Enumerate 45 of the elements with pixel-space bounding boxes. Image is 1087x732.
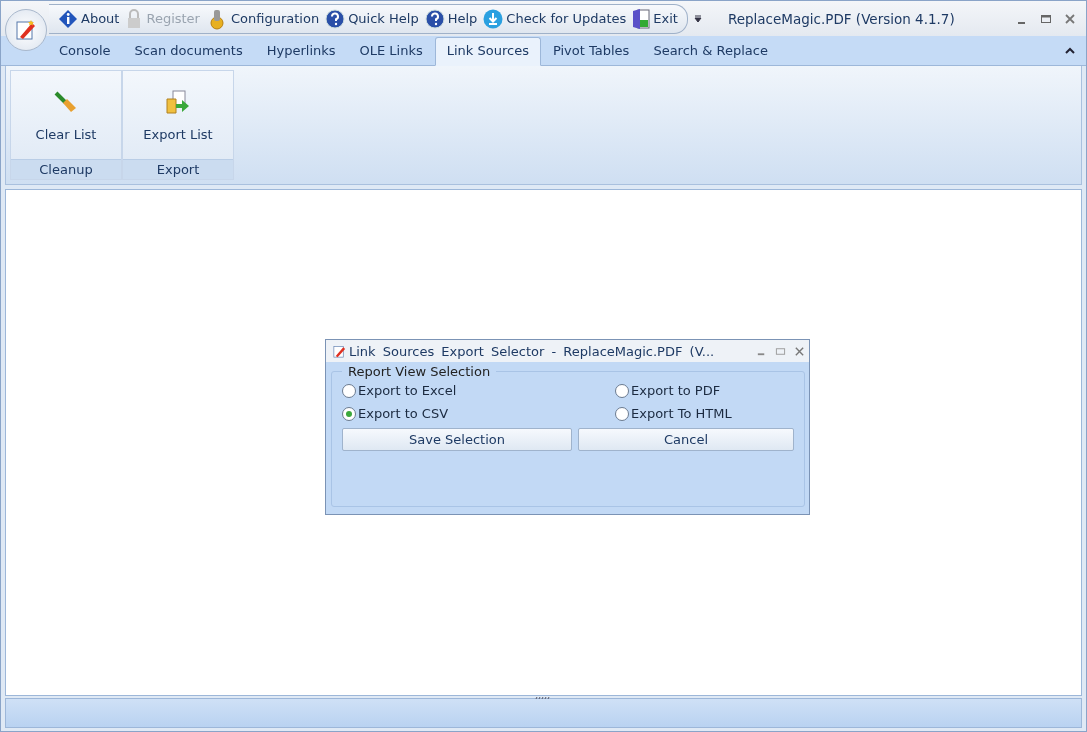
window-title: ReplaceMagic.PDF (Version 4.1.7)	[727, 10, 955, 27]
ribbon-button[interactable]: Export List	[123, 71, 233, 159]
maximize-icon[interactable]	[775, 345, 786, 357]
close-icon[interactable]	[794, 345, 805, 357]
info-icon	[58, 8, 78, 29]
dropdown-icon[interactable]	[693, 14, 702, 23]
close-icon[interactable]	[1064, 12, 1076, 25]
dialog-button[interactable]: Cancel	[578, 428, 794, 451]
help-icon	[424, 8, 445, 29]
help-icon	[325, 8, 346, 29]
maximize-icon[interactable]	[1040, 12, 1052, 25]
toolbar-button[interactable]: Help	[421, 8, 481, 29]
app-menu-button[interactable]	[5, 9, 47, 51]
toolbar-button[interactable]: Check for Updates	[480, 8, 630, 29]
toolbar-button[interactable]: Configuration	[202, 7, 323, 30]
radio-button[interactable]	[615, 383, 629, 398]
ribbon-tab[interactable]: Scan documents	[122, 37, 255, 66]
door-icon	[632, 7, 651, 30]
radio-button[interactable]	[615, 406, 629, 421]
ribbon-tab[interactable]: Console	[47, 37, 123, 66]
ribbon-tab[interactable]: Search & Replace	[641, 37, 780, 66]
pencil-document-icon	[14, 18, 38, 42]
radio-option[interactable]: Export to PDF	[615, 383, 794, 398]
ribbon-tab[interactable]: Hyperlinks	[254, 37, 348, 66]
collapse-icon[interactable]	[1064, 45, 1076, 56]
group-box-label: Report View Selection	[347, 364, 492, 379]
radio-option[interactable]: Export To HTML	[615, 406, 794, 421]
toolbar-button[interactable]: Quick Help	[322, 8, 422, 29]
pencil-document-icon	[332, 343, 347, 359]
ribbon-tab[interactable]: Link Sources	[434, 37, 541, 66]
radio-option[interactable]: Export to Excel	[342, 383, 615, 398]
radio-option[interactable]: Export to CSV	[342, 406, 615, 421]
ribbon-button[interactable]: Clear List	[11, 71, 121, 159]
group-label: Export	[123, 159, 233, 179]
toolbar-button[interactable]: About	[55, 8, 123, 29]
dialog-title: Link Sources Export Selector - ReplaceMagic.PDF (V...	[349, 343, 715, 359]
resize-grip-icon[interactable]	[535, 696, 551, 700]
download-icon	[483, 8, 504, 29]
ribbon-tab[interactable]: OLE Links	[347, 37, 435, 66]
group-label: Cleanup	[11, 159, 121, 179]
toolbar-button[interactable]: Exit	[629, 7, 681, 30]
dialog-button[interactable]: Save Selection	[342, 428, 572, 451]
ribbon-tab[interactable]: Pivot Tables	[540, 37, 642, 66]
radio-button[interactable]	[342, 406, 356, 421]
radio-button[interactable]	[342, 383, 356, 398]
